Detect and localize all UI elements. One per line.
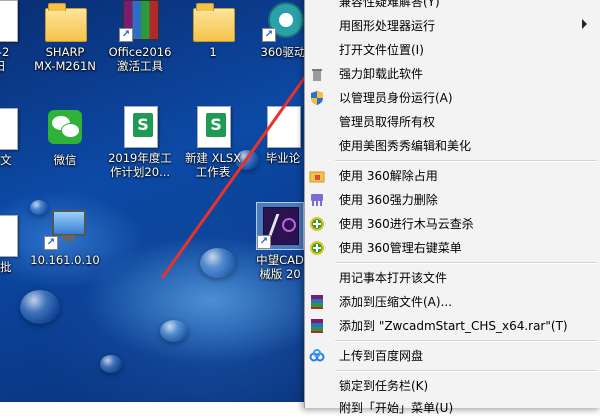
- menu-item-label: 附到「开始」菜单(U): [339, 401, 454, 415]
- menu-item-run-as-admin[interactable]: 以管理员身份运行(A): [305, 86, 600, 110]
- menu-item-take-ownership[interactable]: 管理员取得所有权: [305, 110, 600, 134]
- menu-item-label: 添加到压缩文件(A)...: [339, 295, 453, 309]
- menu-item-label: 锁定到任务栏(K): [339, 379, 429, 393]
- menu-item-add-to-archive[interactable]: 添加到压缩文件(A)...: [305, 290, 600, 314]
- uac-shield-icon: [309, 90, 325, 106]
- menu-item-label: 兼容性疑难解答(Y): [339, 0, 440, 9]
- menu-item-meitu-edit[interactable]: 使用美图秀秀编辑和美化: [305, 134, 600, 158]
- menu-item-compat-troubleshoot[interactable]: 兼容性疑难解答(Y): [305, 0, 600, 14]
- 360-plus-icon: [309, 240, 325, 256]
- trash-icon: [309, 66, 325, 82]
- menu-item-label: 用记事本打开该文件: [339, 271, 448, 285]
- menu-item-pin-taskbar[interactable]: 锁定到任务栏(K): [305, 374, 600, 398]
- menu-item-label: 用图形处理器运行: [339, 19, 436, 33]
- menu-item-label: 使用 360解除占用: [339, 169, 438, 183]
- menu-item-force-uninstall[interactable]: 强力卸载此软件: [305, 62, 600, 86]
- menu-item-360-trojan-scan[interactable]: 使用 360进行木马云查杀: [305, 212, 600, 236]
- menu-item-360-unlock[interactable]: 使用 360解除占用: [305, 164, 600, 188]
- menu-separator: [335, 370, 597, 372]
- menu-item-run-with-gpu[interactable]: 用图形处理器运行: [305, 14, 600, 38]
- menu-separator: [335, 340, 597, 342]
- winrar-icon: [309, 294, 325, 310]
- menu-separator: [335, 262, 597, 264]
- menu-item-open-file-location[interactable]: 打开文件位置(I): [305, 38, 600, 62]
- menu-item-label: 添加到 "ZwcadmStart_CHS_x64.rar"(T): [339, 319, 568, 333]
- winrar-icon: [309, 318, 325, 334]
- menu-item-baidu-upload[interactable]: 上传到百度网盘: [305, 344, 600, 368]
- menu-item-label: 使用 360强力删除: [339, 193, 438, 207]
- submenu-arrow-icon: [582, 19, 587, 29]
- menu-item-label: 使用 360进行木马云查杀: [339, 217, 474, 231]
- menu-item-label: 使用美图秀秀编辑和美化: [339, 139, 472, 153]
- menu-item-label: 以管理员身份运行(A): [339, 91, 453, 105]
- menu-item-label: 上传到百度网盘: [339, 349, 424, 363]
- menu-item-label: 强力卸载此软件: [339, 67, 424, 81]
- folder-lock-icon: [309, 168, 325, 184]
- menu-item-pin-start[interactable]: 附到「开始」菜单(U): [305, 396, 600, 420]
- menu-separator: [335, 160, 597, 162]
- 360-plus-icon: [309, 216, 325, 232]
- menu-item-360-manage-menu[interactable]: 使用 360管理右键菜单: [305, 236, 600, 260]
- menu-item-label: 打开文件位置(I): [339, 43, 424, 57]
- context-menu: 兼容性疑难解答(Y) 用图形处理器运行 打开文件位置(I) 强力卸载此软件 以管…: [304, 0, 600, 415]
- menu-item-open-with-notepad[interactable]: 用记事本打开该文件: [305, 266, 600, 290]
- menu-item-360-force-delete[interactable]: 使用 360强力删除: [305, 188, 600, 212]
- menu-item-label: 使用 360管理右键菜单: [339, 241, 462, 255]
- baidu-netdisk-icon: [309, 348, 325, 364]
- menu-item-add-to-rar[interactable]: 添加到 "ZwcadmStart_CHS_x64.rar"(T): [305, 314, 600, 338]
- menu-item-label: 管理员取得所有权: [339, 115, 436, 129]
- shredder-icon: [309, 192, 325, 208]
